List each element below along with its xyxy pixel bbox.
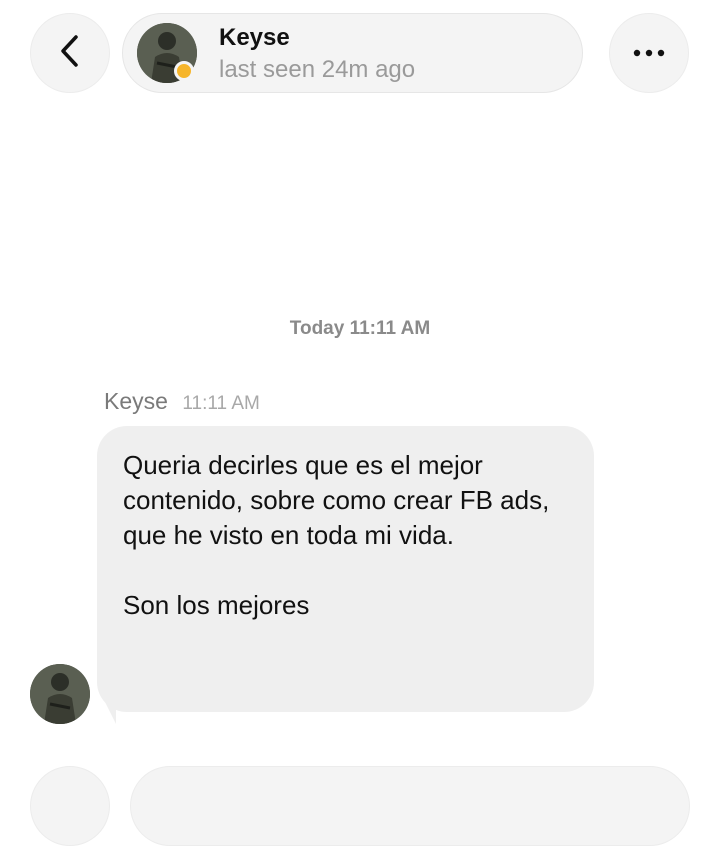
message-sender: Keyse — [104, 388, 168, 414]
bubble-tail — [104, 700, 116, 724]
composer-action-button[interactable] — [30, 766, 110, 846]
more-horizontal-icon — [633, 44, 665, 62]
contact-header[interactable]: Keyse last seen 24m ago — [122, 13, 583, 93]
message-time: 11:11 AM — [182, 393, 260, 414]
more-options-button[interactable] — [609, 13, 689, 93]
chevron-left-icon — [58, 33, 82, 74]
message-avatar[interactable] — [30, 664, 90, 724]
day-separator: Today 11:11 AM — [289, 318, 431, 339]
message-meta: Keyse 11:11 AM — [104, 388, 260, 415]
presence-indicator — [174, 61, 194, 81]
message-input[interactable] — [130, 766, 690, 846]
message-bubble[interactable]: Queria decirles que es el mejor contenid… — [97, 426, 594, 712]
contact-name: Keyse — [219, 24, 290, 51]
message-paragraph: Son los mejores — [123, 590, 310, 620]
message-paragraph: Queria decirles que es el mejor contenid… — [123, 450, 550, 550]
back-button[interactable] — [30, 13, 110, 93]
contact-status: last seen 24m ago — [219, 56, 416, 83]
